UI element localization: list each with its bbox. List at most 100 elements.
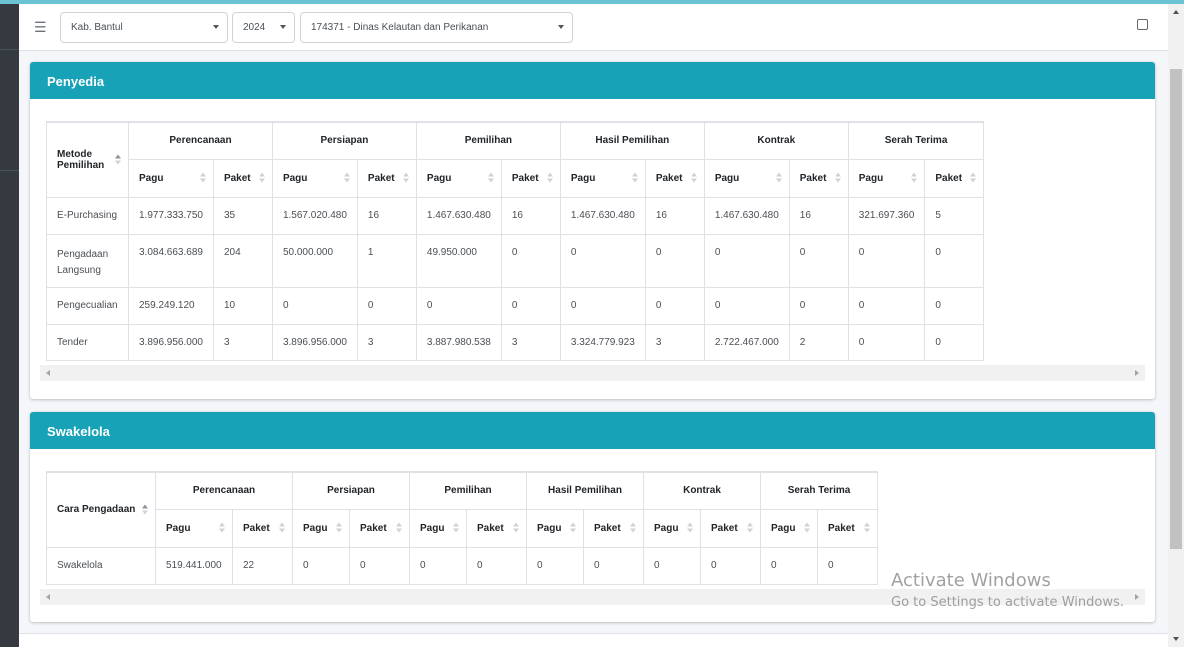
th-paket[interactable]: Paket [349, 508, 410, 548]
th-paket-label: Paket [799, 172, 827, 184]
cell: 204 [212, 233, 273, 288]
menu-icon[interactable]: ☰ [34, 18, 47, 36]
sort-icon [258, 172, 265, 184]
cell: 3.887.980.538 [415, 323, 502, 361]
th-cara-pengadaan[interactable]: Cara Pengadaan [46, 471, 156, 548]
sort-icon [279, 522, 285, 534]
th-pagu[interactable]: Pagu [526, 508, 584, 548]
sort-icon [219, 522, 225, 534]
sort-icon [775, 172, 782, 184]
th-paket[interactable]: Paket [788, 158, 849, 198]
th-paket[interactable]: Paket [817, 508, 878, 548]
sort-icon [834, 172, 841, 184]
th-group-kontrak: Kontrak [643, 471, 761, 510]
cell: 259.249.120 [128, 286, 214, 325]
year-select[interactable]: 2024 [232, 12, 295, 43]
th-pagu[interactable]: Pagu [703, 158, 790, 198]
th-pagu-label: Pagu [654, 522, 679, 534]
sort-icon [630, 522, 636, 534]
th-group-pemilihan: Pemilihan [409, 471, 527, 510]
cell: 1.467.630.480 [559, 196, 646, 235]
cell: 0 [292, 546, 350, 585]
scrollbar-thumb[interactable] [1170, 69, 1182, 549]
cell: 0 [924, 323, 985, 361]
penyedia-subheader-row: Pagu Paket Pagu Paket Pagu Paket Pagu Pa… [47, 158, 985, 198]
th-pagu[interactable]: Pagu [155, 508, 233, 548]
th-pagu[interactable]: Pagu [128, 158, 214, 198]
th-pagu[interactable]: Pagu [415, 158, 502, 198]
penyedia-horizontal-scrollbar[interactable] [40, 365, 1145, 381]
year-select-value: 2024 [243, 22, 266, 33]
cell: 0 [500, 233, 561, 288]
th-paket[interactable]: Paket [583, 508, 644, 548]
cell: 3 [356, 323, 417, 361]
th-paket[interactable]: Paket [924, 158, 985, 198]
th-paket-label: Paket [367, 172, 395, 184]
sort-icon [343, 172, 350, 184]
sidebar [0, 4, 19, 647]
row-label: Swakelola [46, 546, 156, 585]
cell: 519.441.000 [155, 546, 233, 585]
th-group-kontrak: Kontrak [703, 121, 849, 160]
th-pagu[interactable]: Pagu [559, 158, 646, 198]
cell: 0 [817, 546, 878, 585]
th-pagu[interactable]: Pagu [409, 508, 467, 548]
scroll-left-icon[interactable] [46, 370, 50, 376]
th-pagu-label: Pagu [139, 172, 164, 184]
th-pagu-label: Pagu [282, 172, 308, 184]
fullscreen-checkbox[interactable] [1137, 19, 1148, 30]
th-paket-label: Paket [935, 172, 963, 184]
cell: 0 [644, 286, 705, 325]
th-paket[interactable]: Paket [700, 508, 761, 548]
cell: 0 [847, 323, 926, 361]
cell: 0 [583, 546, 644, 585]
sidebar-divider [0, 49, 19, 50]
cell: 1 [356, 233, 417, 288]
th-group-persiapan: Persiapan [292, 471, 410, 510]
cell: 0 [559, 286, 646, 325]
th-pagu[interactable]: Pagu [292, 508, 350, 548]
th-paket-label: Paket [360, 522, 387, 534]
th-paket[interactable]: Paket [500, 158, 561, 198]
th-pagu[interactable]: Pagu [760, 508, 818, 548]
cell: 0 [703, 233, 790, 288]
sort-icon [402, 172, 409, 184]
sort-icon [631, 172, 638, 184]
cell: 0 [788, 286, 849, 325]
th-group-persiapan: Persiapan [271, 121, 417, 160]
sort-icon [115, 154, 121, 165]
th-group-perencanaan: Perencanaan [155, 471, 293, 510]
cell: 16 [788, 196, 849, 235]
sort-icon [142, 504, 148, 515]
th-metode-pemilihan[interactable]: Metode Pemilihan [46, 121, 129, 198]
scroll-right-icon[interactable] [1135, 370, 1139, 376]
th-pagu-label: Pagu [570, 172, 596, 184]
th-paket-label: Paket [711, 522, 738, 534]
scroll-down-icon[interactable] [1173, 637, 1179, 641]
cell: 3.896.956.000 [271, 323, 358, 361]
scroll-left-icon[interactable] [46, 594, 50, 600]
th-group-serah-terima: Serah Terima [760, 471, 878, 510]
cell: 0 [788, 233, 849, 288]
sort-icon [487, 172, 494, 184]
scroll-right-icon[interactable] [1135, 594, 1139, 600]
table-row: E-Purchasing 1.977.333.750 35 1.567.020.… [46, 196, 985, 235]
th-paket[interactable]: Paket [644, 158, 705, 198]
th-pagu[interactable]: Pagu [643, 508, 701, 548]
page-vertical-scrollbar[interactable] [1168, 4, 1184, 647]
cell: 3.084.663.689 [128, 233, 214, 288]
th-paket[interactable]: Paket [232, 508, 293, 548]
row-label: Pengadaan Langsung [46, 233, 129, 288]
watermark-title: Activate Windows [891, 570, 1051, 591]
th-paket[interactable]: Paket [356, 158, 417, 198]
th-pagu[interactable]: Pagu [271, 158, 358, 198]
th-paket-label: Paket [828, 522, 855, 534]
th-paket[interactable]: Paket [466, 508, 527, 548]
unit-select[interactable]: 174371 - Dinas Kelautan dan Perikanan [300, 12, 573, 43]
th-paket[interactable]: Paket [212, 158, 273, 198]
scroll-up-icon[interactable] [1173, 10, 1179, 14]
region-select[interactable]: Kab. Bantul [60, 12, 228, 43]
cell: 3 [644, 323, 705, 361]
th-pagu[interactable]: Pagu [847, 158, 926, 198]
footer-strip [19, 633, 1168, 647]
